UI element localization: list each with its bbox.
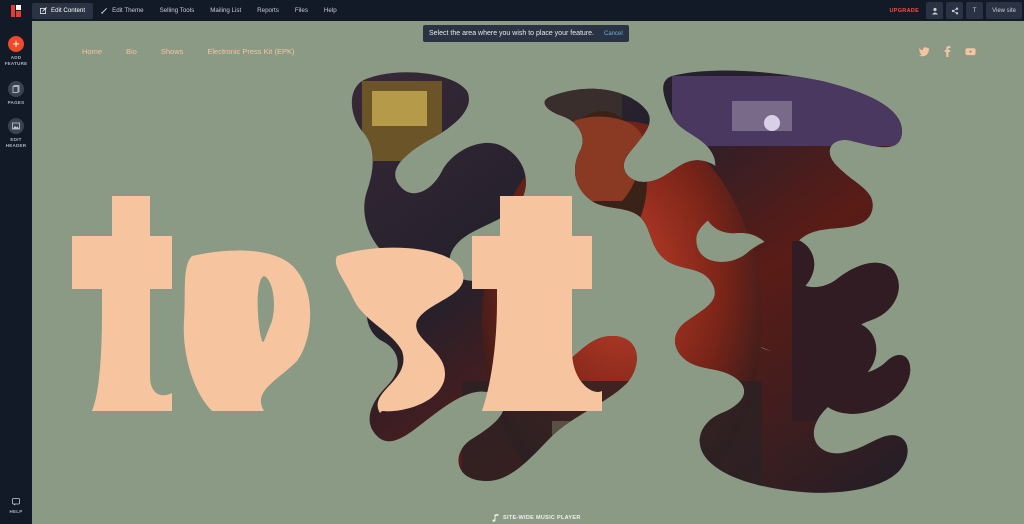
top-toolbar: Edit Content Edit Theme Selling Tools Ma… [0,0,1024,21]
menu-selling-tools-label: Selling Tools [159,7,195,14]
nav-home[interactable]: Home [82,47,102,56]
menu-files-label: Files [294,7,308,14]
upgrade-link[interactable]: UPGRADE [889,8,919,14]
plus-icon: + [8,36,24,52]
music-note-icon [492,514,499,522]
pages-button[interactable]: PAGES [0,81,32,106]
share-button[interactable] [946,2,964,19]
youtube-icon[interactable] [965,46,976,57]
placement-notice-message: Select the area where you wish to place … [429,30,594,37]
site-navigation: Home Bio Shows Electronic Press Kit (EPK… [82,47,318,56]
right-tools: UPGRADE T View site [889,2,1022,19]
site-wide-music-player[interactable]: SITE-WIDE MUSIC PLAYER [492,514,581,522]
placement-cancel-link[interactable]: Cancel [604,31,623,37]
menu-mailing-list[interactable]: Mailing List [202,3,249,19]
nav-epk[interactable]: Electronic Press Kit (EPK) [207,47,294,56]
main-menu: Edit Content Edit Theme Selling Tools Ma… [32,0,345,21]
share-icon [951,7,958,14]
menu-help-label: Help [323,7,337,14]
facebook-icon[interactable] [942,46,953,57]
menu-reports-label: Reports [257,7,279,14]
hero-artwork [72,70,911,493]
menu-edit-content[interactable]: Edit Content [32,2,94,19]
text-tool-button[interactable]: T [966,2,984,19]
site-canvas[interactable]: Home Bio Shows Electronic Press Kit (EPK… [32,21,1024,524]
brush-icon [101,7,108,14]
menu-reports[interactable]: Reports [249,3,287,19]
chat-icon [12,498,20,506]
menu-edit-theme[interactable]: Edit Theme [93,3,152,19]
menu-help[interactable]: Help [316,3,345,19]
hero-title-art [72,196,602,413]
help-button[interactable]: HELP [0,498,32,515]
twitter-icon[interactable] [919,46,930,57]
pages-label: PAGES [7,100,25,105]
text-tool-label: T [972,7,977,14]
left-sidebar: + ADD FEATURE PAGES EDIT HEADER HELP [0,21,32,524]
menu-edit-theme-label: Edit Theme [112,7,144,14]
app-window: Edit Content Edit Theme Selling Tools Ma… [0,0,1024,524]
menu-mailing-list-label: Mailing List [210,7,242,14]
audience-button[interactable] [926,2,944,19]
nav-bio[interactable]: Bio [126,47,137,56]
edit-header-label: EDIT HEADER [5,137,27,148]
add-feature-button[interactable]: + ADD FEATURE [0,36,32,66]
placement-notice: Select the area where you wish to place … [423,25,629,42]
music-player-label: SITE-WIDE MUSIC PLAYER [503,515,581,521]
view-site-button[interactable]: View site [986,2,1022,19]
help-label: HELP [9,509,23,514]
menu-edit-content-label: Edit Content [51,7,86,14]
add-feature-label: ADD FEATURE [4,55,28,66]
menu-files[interactable]: Files [287,3,316,19]
menu-selling-tools[interactable]: Selling Tools [152,3,203,19]
app-logo[interactable] [0,0,32,21]
pages-icon [8,81,24,97]
image-icon [8,118,24,134]
social-links [919,46,976,57]
edit-icon [40,7,47,14]
edit-header-button[interactable]: EDIT HEADER [0,118,32,148]
nav-shows[interactable]: Shows [161,47,184,56]
logo-icon [11,4,21,17]
people-icon [931,7,938,14]
